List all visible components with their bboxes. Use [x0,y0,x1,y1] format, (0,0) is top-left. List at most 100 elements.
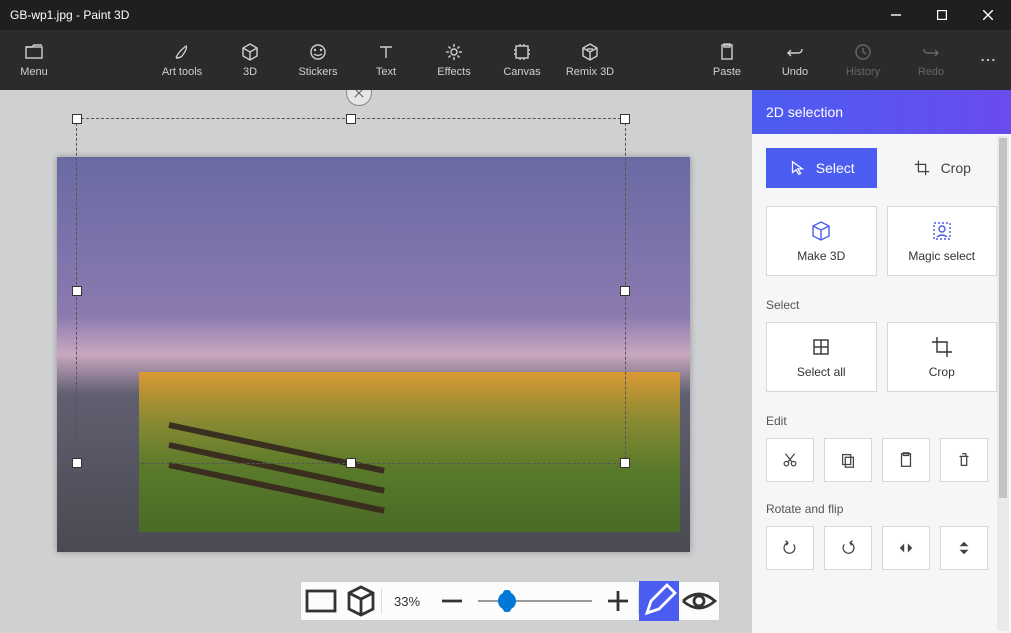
magic-select-button[interactable]: Magic select [887,206,998,276]
cursor-icon [788,159,806,177]
more-icon [979,51,997,69]
fit-screen-button[interactable] [301,581,341,621]
canvas-area[interactable]: 33% [0,90,751,633]
canvas-label: Canvas [503,66,540,78]
flip-vertical-icon [955,539,973,557]
minus-icon [432,581,472,621]
undo-button[interactable]: Undo [761,30,829,90]
stickers-label: Stickers [298,66,337,78]
zoom-out-button[interactable] [432,581,472,621]
paste-button[interactable]: Paste [693,30,761,90]
fit-screen-icon [301,581,341,621]
redo-button[interactable]: Redo [897,30,965,90]
redo-icon [921,42,941,62]
magic-select-icon [930,219,954,243]
rotate-left-button[interactable] [766,526,814,570]
selection-handle-n[interactable] [346,114,356,124]
panel-scrollbar-thumb[interactable] [999,138,1007,498]
rotate-right-button[interactable] [824,526,872,570]
text-button[interactable]: Text [352,30,420,90]
view-mode-button[interactable] [679,581,719,621]
effects-label: Effects [437,66,470,78]
toolbar: Menu Art tools 3D Stickers Text Effects … [0,30,1011,90]
minimize-button[interactable] [873,0,919,30]
make-3d-label: Make 3D [797,249,845,263]
crop-panel-icon [930,335,954,359]
crop-icon [913,159,931,177]
plus-icon [598,581,638,621]
pencil-icon [639,581,679,621]
undo-icon [785,42,805,62]
select-all-button[interactable]: Select all [766,322,877,392]
three-d-label: 3D [243,66,257,78]
cut-button[interactable] [766,438,814,482]
zoom-in-button[interactable] [598,581,638,621]
selection-box[interactable] [76,118,626,464]
text-icon [376,42,396,62]
selection-handle-sw[interactable] [72,458,82,468]
menu-button[interactable]: Menu [0,30,68,90]
remix-button[interactable]: Remix 3D [556,30,624,90]
canvas-button[interactable]: Canvas [488,30,556,90]
history-button[interactable]: History [829,30,897,90]
panel-title: 2D selection [752,90,1011,134]
close-button[interactable] [965,0,1011,30]
zoom-slider[interactable] [472,581,598,621]
art-tools-button[interactable]: Art tools [148,30,216,90]
undo-label: Undo [782,66,808,78]
more-button[interactable] [965,30,1011,90]
paste-panel-button[interactable] [882,438,930,482]
menu-label: Menu [20,66,48,78]
stickers-button[interactable]: Stickers [284,30,352,90]
crop-button[interactable]: Crop [887,322,998,392]
effects-icon [444,42,464,62]
history-icon [853,42,873,62]
effects-button[interactable]: Effects [420,30,488,90]
crop-label: Crop [929,365,955,379]
eye-icon [679,581,719,621]
select-section-label: Select [766,298,997,312]
sticker-icon [308,42,328,62]
view-3d-button[interactable] [341,581,381,621]
zoom-percent[interactable]: 33% [382,594,432,609]
selection-handle-e[interactable] [620,286,630,296]
text-label: Text [376,66,396,78]
zoom-slider-thumb[interactable] [503,590,511,612]
maximize-button[interactable] [919,0,965,30]
selection-handle-w[interactable] [72,286,82,296]
select-all-icon [809,335,833,359]
cube-icon [240,42,260,62]
panel-scrollbar[interactable] [997,136,1009,631]
flip-vertical-button[interactable] [940,526,988,570]
magic-select-label: Magic select [908,249,975,263]
edit-mode-button[interactable] [639,581,679,621]
brush-icon [172,42,192,62]
trash-icon [955,451,973,469]
selection-handle-ne[interactable] [620,114,630,124]
tab-select[interactable]: Select [766,148,877,188]
rotate-section-label: Rotate and flip [766,502,997,516]
redo-label: Redo [918,66,944,78]
make-3d-button[interactable]: Make 3D [766,206,877,276]
selection-handle-s[interactable] [346,458,356,468]
tab-crop[interactable]: Crop [887,148,998,188]
cube-3d-icon [809,219,833,243]
rotate-handle[interactable] [346,90,372,106]
delete-button[interactable] [940,438,988,482]
zoom-toolbar: 33% [300,581,720,621]
art-tools-label: Art tools [162,66,202,78]
selection-handle-se[interactable] [620,458,630,468]
window-title: GB-wp1.jpg - Paint 3D [0,8,873,22]
remix-icon [580,42,600,62]
side-panel: 2D selection Select Crop Make 3D Magic s… [751,90,1011,633]
tab-crop-label: Crop [941,160,971,176]
flip-horizontal-button[interactable] [882,526,930,570]
copy-button[interactable] [824,438,872,482]
three-d-button[interactable]: 3D [216,30,284,90]
selection-handle-nw[interactable] [72,114,82,124]
select-all-label: Select all [797,365,846,379]
remix-label: Remix 3D [566,66,614,78]
edit-section-label: Edit [766,414,997,428]
rotate-right-icon [839,539,857,557]
titlebar: GB-wp1.jpg - Paint 3D [0,0,1011,30]
